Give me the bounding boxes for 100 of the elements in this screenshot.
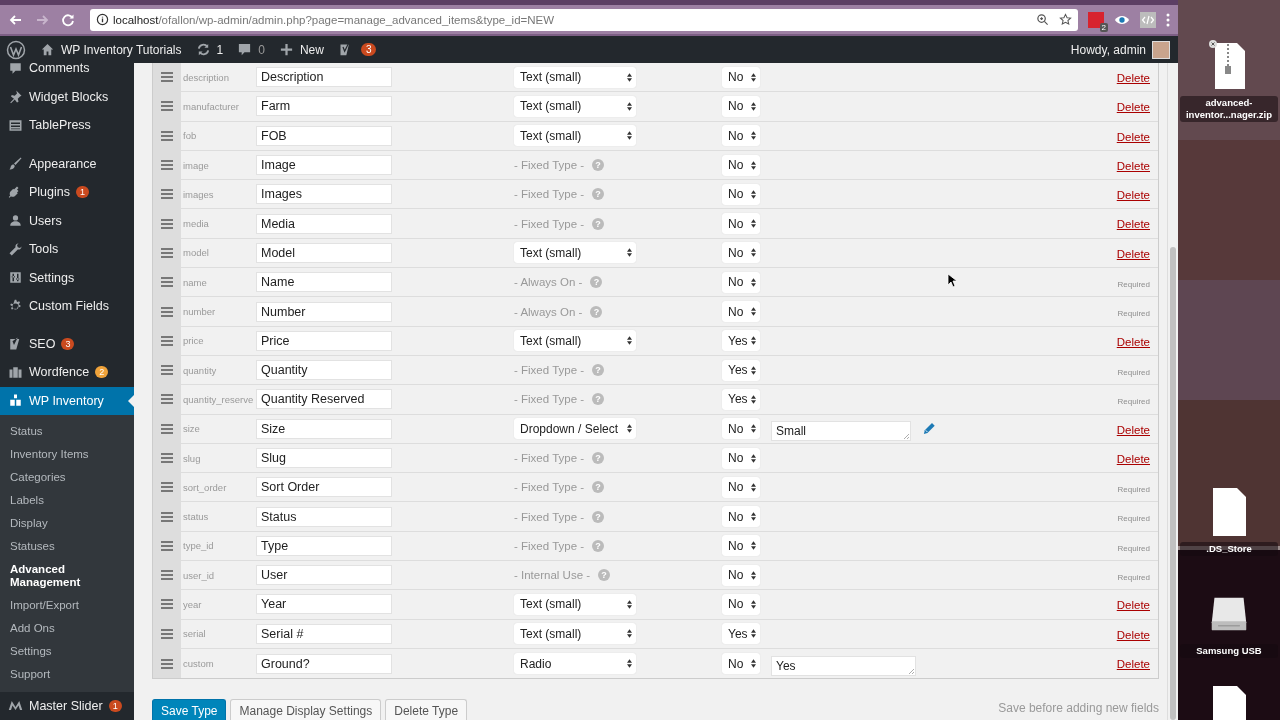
updates-count[interactable]: 1 [216, 42, 224, 57]
field-name-input[interactable]: Price [256, 330, 392, 351]
delete-link[interactable]: Delete [1116, 599, 1150, 612]
pencil-icon[interactable] [923, 422, 936, 436]
comment-icon[interactable] [237, 42, 253, 57]
submenu-item[interactable]: Support [0, 662, 134, 686]
sidebar-item[interactable]: SEO 3 [0, 329, 134, 358]
resize-grip-icon[interactable] [903, 432, 910, 439]
drag-handle[interactable] [153, 648, 181, 679]
type-select[interactable]: Text (small) [514, 330, 636, 352]
required-select[interactable]: Yes [722, 623, 760, 645]
sidebar-label[interactable]: Appearance [29, 156, 97, 171]
delete-link[interactable]: Delete [1116, 218, 1150, 231]
sidebar-label[interactable]: Wordfence [29, 365, 90, 380]
sidebar-item[interactable]: TablePress [0, 111, 134, 140]
sidebar-item[interactable]: Plugins 1 [0, 178, 134, 207]
sidebar-item[interactable]: WP Inventory [0, 386, 134, 415]
account-menu[interactable]: Howdy, admin [1070, 42, 1146, 57]
sidebar-label[interactable]: Master Slider [29, 698, 103, 713]
type-select[interactable]: Dropdown / Select [514, 418, 636, 440]
sidebar-label[interactable]: Users [29, 213, 62, 228]
field-name-input[interactable]: Status [256, 506, 392, 527]
submenu-item[interactable]: Advanced Management [0, 557, 134, 594]
submenu-item[interactable]: Add Ons [0, 616, 134, 640]
sidebar-item[interactable]: Master Slider 1 [0, 691, 134, 720]
delete-link[interactable]: Delete [1116, 101, 1150, 114]
type-select[interactable]: Text (small) [514, 242, 636, 264]
delete-link[interactable]: Delete [1116, 189, 1150, 202]
field-name-input[interactable]: Media [256, 213, 392, 234]
field-name-input[interactable]: Sort Order [256, 477, 392, 498]
field-name-input[interactable]: Type [256, 535, 392, 556]
wordpress-logo-icon[interactable] [6, 39, 26, 60]
required-select[interactable]: No [722, 564, 760, 586]
delete-link[interactable]: Delete [1116, 657, 1150, 670]
comments-count[interactable]: 0 [258, 42, 265, 57]
address-bar[interactable]: localhost/ofallon/wp-admin/admin.php?page=manage_advanced_items&type_id=NEW [90, 8, 1078, 31]
required-select[interactable]: Yes [722, 388, 760, 410]
delete-link[interactable]: Delete [1116, 72, 1150, 84]
sidebar-item[interactable]: Appearance [0, 149, 134, 178]
field-name-input[interactable]: Serial # [256, 623, 392, 644]
field-name-input[interactable]: Slug [256, 448, 392, 468]
menu-icon[interactable] [1166, 11, 1170, 28]
site-name-link[interactable]: WP Inventory Tutorials [61, 42, 182, 57]
refresh-icon[interactable] [195, 42, 211, 57]
sidebar-item[interactable]: Users [0, 206, 134, 235]
required-select[interactable]: No [722, 66, 760, 88]
sidebar-item[interactable]: Widget Blocks [0, 82, 134, 111]
required-select[interactable]: No [722, 535, 760, 557]
submenu-item[interactable]: Categories [0, 465, 134, 489]
field-name-input[interactable]: Name [256, 272, 392, 293]
info-icon[interactable] [96, 13, 109, 26]
field-name-input[interactable]: Description [256, 67, 392, 88]
required-select[interactable]: No [722, 506, 760, 528]
submenu-item[interactable]: Import/Export [0, 593, 134, 617]
required-select[interactable]: No [722, 418, 760, 440]
required-select[interactable]: Yes [722, 330, 760, 352]
scrollbar[interactable] [1170, 247, 1176, 720]
type-select[interactable]: Text (small) [514, 594, 636, 615]
sidebar-label[interactable]: SEO [29, 336, 56, 351]
value-textarea[interactable]: Small [771, 420, 912, 441]
new-link[interactable]: New [299, 42, 324, 57]
value-textarea[interactable]: Yes [771, 655, 916, 676]
zoom-icon[interactable] [1036, 13, 1049, 26]
field-name-input[interactable]: Size [256, 418, 392, 439]
field-name-input[interactable]: Year [256, 594, 392, 615]
drag-handle[interactable] [153, 63, 181, 92]
required-select[interactable]: No [722, 301, 760, 322]
type-select[interactable]: Text (small) [514, 95, 636, 117]
sidebar-label[interactable]: Settings [29, 270, 75, 285]
required-select[interactable]: No [722, 154, 760, 176]
plus-icon[interactable] [278, 42, 294, 57]
delete-link[interactable]: Delete [1116, 159, 1150, 172]
field-name-input[interactable]: Quantity Reserved [256, 389, 392, 410]
sidebar-label[interactable]: Plugins [29, 185, 70, 200]
type-select[interactable]: Radio [514, 653, 636, 675]
required-select[interactable]: No [722, 95, 760, 117]
required-select[interactable]: Yes [722, 359, 760, 381]
sidebar-label[interactable]: Tools [29, 242, 59, 257]
sidebar-item[interactable]: Comments [0, 63, 134, 83]
sidebar-item[interactable]: Tools [0, 235, 134, 264]
desktop-icon-label[interactable]: .DS_Store [1180, 542, 1278, 556]
required-select[interactable]: No [722, 213, 760, 235]
delete-link[interactable]: Delete [1116, 130, 1150, 143]
required-select[interactable]: No [722, 476, 760, 498]
required-select[interactable]: No [722, 125, 760, 147]
sidebar-label[interactable]: Custom Fields [29, 299, 109, 314]
sidebar-item[interactable]: Wordfence 2 [0, 358, 134, 387]
save-button[interactable]: Save Type [152, 699, 227, 720]
delete-link[interactable]: Delete [1116, 247, 1150, 260]
sidebar-label[interactable]: TablePress [29, 118, 91, 133]
delete-link[interactable]: Delete [1116, 452, 1150, 465]
sidebar-label[interactable]: Widget Blocks [29, 89, 109, 104]
delete-link[interactable]: Delete [1116, 423, 1150, 436]
sidebar-label[interactable]: Comments [29, 63, 90, 76]
desktop-icon-label[interactable]: advanced-inventor...nager.zip [1180, 96, 1278, 122]
required-select[interactable]: No [722, 183, 760, 205]
reload-icon[interactable] [60, 11, 76, 28]
field-name-input[interactable]: Model [256, 242, 392, 263]
desktop-icon-label[interactable]: Samsung USB [1180, 644, 1278, 658]
resize-grip-icon[interactable] [908, 667, 914, 674]
